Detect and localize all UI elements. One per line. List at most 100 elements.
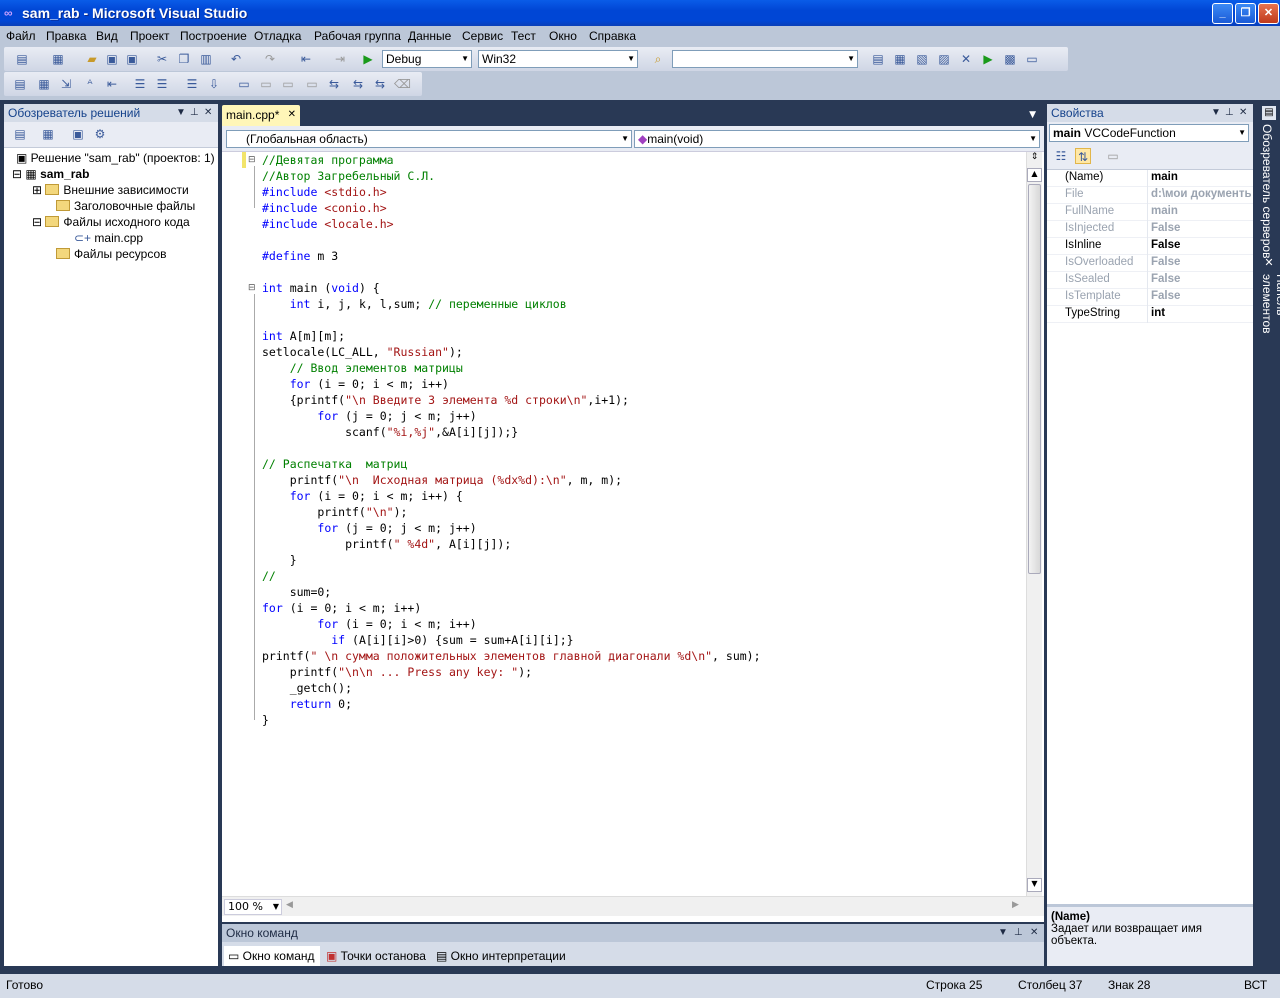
tree-item-header-files[interactable]: Заголовочные файлы (56, 198, 195, 214)
tab-server-explorer[interactable]: Обозреватель серверов (1260, 124, 1274, 258)
expand-icon[interactable]: ⊞ (32, 183, 45, 197)
tree-item-source-files[interactable]: ⊟ Файлы исходного кода (32, 214, 190, 230)
code-line[interactable]: for (i = 0; i < m; i++) (262, 600, 1042, 616)
property-value[interactable]: int (1151, 307, 1251, 319)
next-bookmark-folder-icon[interactable]: ⇆ (326, 76, 342, 92)
menu-team[interactable]: Рабочая группа (314, 29, 401, 43)
save-icon[interactable]: ▣ (104, 51, 120, 67)
dropdown-icon[interactable]: ▼ (998, 924, 1008, 942)
start-page-icon[interactable]: ▶ (980, 51, 996, 67)
prev-bookmark-doc-icon[interactable]: ⇆ (350, 76, 366, 92)
code-line[interactable]: _getch(); (262, 680, 1042, 696)
project-node[interactable]: ⊟ ▦ sam_rab (12, 166, 89, 182)
close-icon[interactable]: ✕ (1239, 104, 1247, 122)
code-line[interactable]: for (j = 0; j < m; j++) (262, 408, 1042, 424)
minimize-button[interactable]: _ (1212, 3, 1233, 24)
class-diagram-icon[interactable]: ⚙ (92, 126, 108, 142)
code-line[interactable]: #define m 3 (262, 248, 1042, 264)
code-line[interactable]: int main (void) { (262, 280, 1042, 296)
collapse-icon[interactable]: ⊟ (248, 155, 256, 165)
new-project-icon[interactable]: ▤ (14, 51, 30, 67)
open-icon[interactable]: ▰ (84, 51, 100, 67)
redo-icon[interactable]: ↷ (262, 51, 278, 67)
property-row[interactable]: FullName main (1047, 204, 1253, 221)
code-line[interactable]: printf("\n"); (262, 504, 1042, 520)
close-icon[interactable]: ✕ (1030, 924, 1038, 942)
tab-main-cpp[interactable]: main.cpp* ✕ (222, 105, 300, 126)
code-line[interactable] (262, 264, 1042, 280)
word-wrap-icon[interactable]: ⇩ (206, 76, 222, 92)
next-bookmark-icon[interactable]: ▭ (280, 76, 296, 92)
split-icon[interactable]: ⇕ (1027, 152, 1042, 164)
cut-icon[interactable]: ✂ (154, 51, 170, 67)
uncomment-icon[interactable]: ☰ (154, 76, 170, 92)
code-line[interactable] (262, 232, 1042, 248)
menu-file[interactable]: Файл (6, 29, 36, 43)
code-line[interactable]: printf("\n Исходная матрица (%dx%d):\n",… (262, 472, 1042, 488)
view-code-icon[interactable]: ▣ (70, 126, 86, 142)
code-line[interactable]: {printf("\n Введите 3 элемента %d строки… (262, 392, 1042, 408)
maximize-button[interactable]: ❐ (1235, 3, 1256, 24)
platform-select[interactable]: Win32 ▼ (478, 50, 638, 68)
code-line[interactable]: int i, j, k, l,sum; // переменные циклов (262, 296, 1042, 312)
code-line[interactable]: printf(" %4d", A[i][j]); (262, 536, 1042, 552)
undo-icon[interactable]: ↶ (228, 51, 244, 67)
collapse-icon[interactable]: ⊟ (248, 283, 256, 293)
code-line[interactable]: printf(" \n сумма положительных элементо… (262, 648, 1042, 664)
menu-window[interactable]: Окно (549, 29, 577, 43)
code-line[interactable]: } (262, 552, 1042, 568)
command-window-icon[interactable]: ▭ (1024, 51, 1040, 67)
alphabetical-icon[interactable]: ⇅ (1075, 148, 1091, 164)
tab-command-window[interactable]: ▭ Окно команд (224, 946, 320, 966)
property-pages-icon[interactable]: ▭ (1105, 148, 1121, 164)
property-row[interactable]: (Name) main (1047, 170, 1253, 187)
prev-bookmark-icon[interactable]: ▭ (258, 76, 274, 92)
code-line[interactable]: for (j = 0; j < m; j++) (262, 520, 1042, 536)
add-item-icon[interactable]: ▦ (50, 51, 66, 67)
copy-icon[interactable]: ❐ (176, 51, 192, 67)
property-value[interactable]: False (1151, 273, 1251, 285)
menu-edit[interactable]: Правка (46, 29, 87, 43)
member-select[interactable]: ◆main(void) ▼ (634, 130, 1040, 148)
parameter-info-icon[interactable]: ▦ (36, 76, 52, 92)
pin-icon[interactable]: ⊥ (1014, 924, 1023, 942)
display-members-icon[interactable]: ▤ (12, 76, 28, 92)
property-row[interactable]: IsOverloaded False (1047, 255, 1253, 272)
menu-build[interactable]: Построение (180, 29, 247, 43)
property-row[interactable]: IsSealed False (1047, 272, 1253, 289)
decrease-indent-icon[interactable]: ⇤ (104, 76, 120, 92)
navigate-forward-icon[interactable]: ⇥ (332, 51, 348, 67)
scroll-up-icon[interactable]: ▲ (1027, 168, 1042, 182)
menu-view[interactable]: Вид (96, 29, 118, 43)
property-row[interactable]: File d:\мои документы (1047, 187, 1253, 204)
property-row[interactable]: TypeString int (1047, 306, 1253, 323)
quick-info-icon[interactable]: ⇲ (58, 76, 74, 92)
code-line[interactable]: #include <locale.h> (262, 216, 1042, 232)
menu-test[interactable]: Тест (511, 29, 536, 43)
menu-project[interactable]: Проект (130, 29, 170, 43)
menu-data[interactable]: Данные (408, 29, 451, 43)
code-line[interactable]: #include <stdio.h> (262, 184, 1042, 200)
code-line[interactable]: setlocale(LC_ALL, "Russian"); (262, 344, 1042, 360)
tab-breakpoints[interactable]: ▣ Точки останова (326, 946, 426, 966)
dropdown-icon[interactable]: ▼ (1211, 104, 1221, 122)
extension-icon[interactable]: ▩ (1002, 51, 1018, 67)
property-value[interactable]: d:\мои документы (1151, 188, 1251, 200)
solution-explorer-icon[interactable]: ▤ (870, 51, 886, 67)
property-value[interactable]: False (1151, 222, 1251, 234)
code-line[interactable]: //Автор Загребельный С.Л. (262, 168, 1042, 184)
next-bookmark-doc-icon[interactable]: ⇆ (372, 76, 388, 92)
complete-word-icon[interactable]: ᴬ (82, 76, 98, 92)
properties-icon[interactable]: ▦ (892, 51, 908, 67)
menu-tools[interactable]: Сервис (462, 29, 503, 43)
collapse-icon[interactable]: ⊟ (32, 215, 45, 229)
code-line[interactable]: int A[m][m]; (262, 328, 1042, 344)
code-line[interactable] (262, 312, 1042, 328)
tab-immediate-window[interactable]: ▤ Окно интерпретации (436, 946, 566, 966)
object-select[interactable]: main VCCodeFunction ▼ (1049, 124, 1249, 142)
increase-indent-icon[interactable]: ☰ (184, 76, 200, 92)
tab-list-dropdown-icon[interactable]: ▼ (1029, 110, 1036, 120)
property-value[interactable]: False (1151, 290, 1251, 302)
vertical-scrollbar[interactable]: ⇕ ▲ ▼ (1026, 152, 1042, 896)
configuration-select[interactable]: Debug ▼ (382, 50, 472, 68)
